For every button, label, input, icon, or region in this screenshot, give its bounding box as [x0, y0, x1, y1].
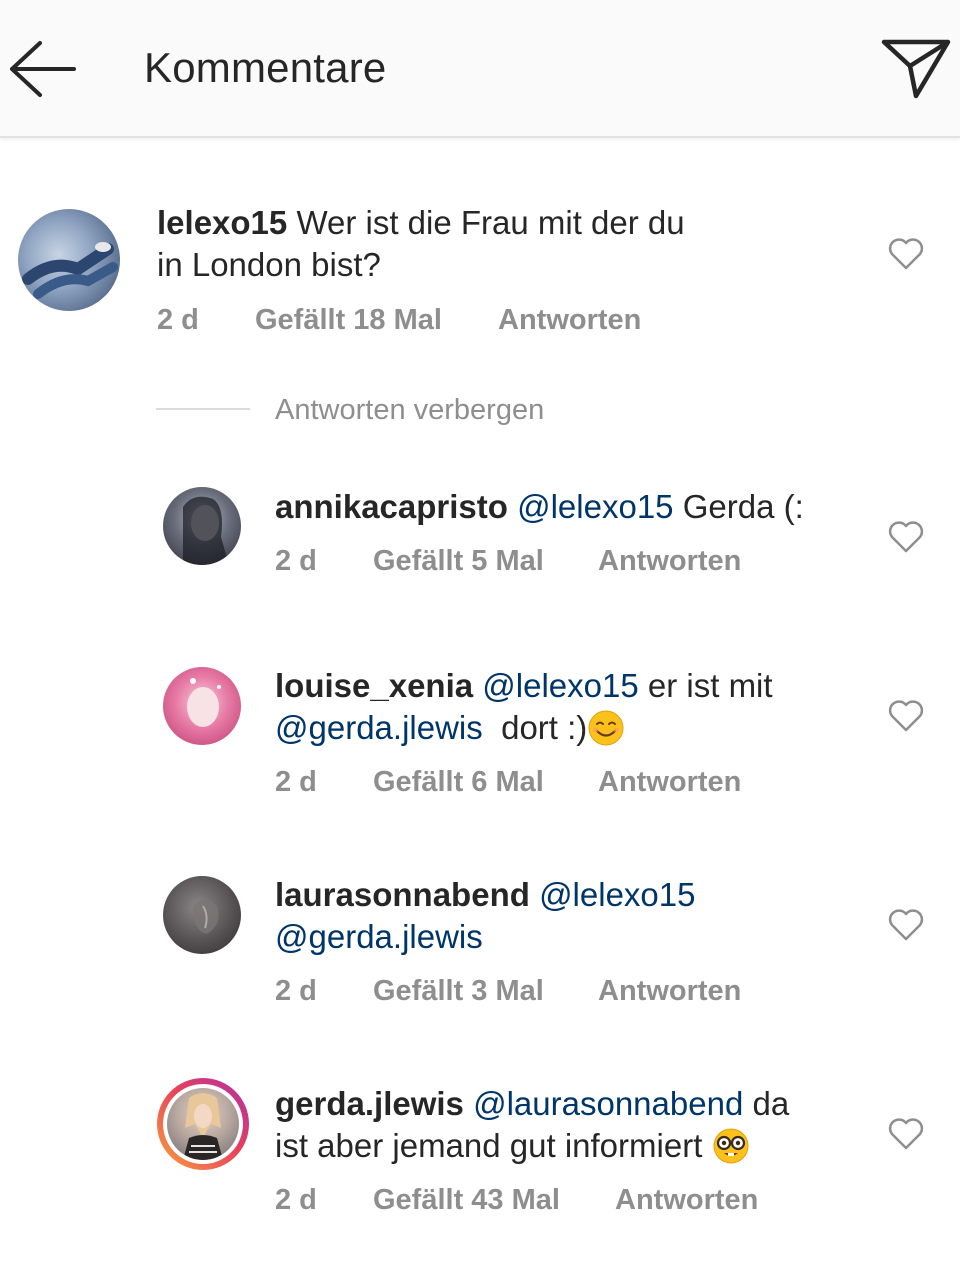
comment-age: 2 d [157, 304, 199, 336]
mention-link[interactable]: @gerda.jlewis [275, 709, 483, 746]
reply-username[interactable]: annikacapristo [275, 488, 508, 525]
top-bar: Kommentare [0, 0, 960, 138]
reply-meta: 2 d Gefällt 6 Mal Antworten [275, 766, 741, 799]
heart-icon[interactable] [888, 1118, 924, 1150]
page-title: Kommentare [144, 44, 387, 91]
like-count[interactable]: Gefällt 5 Mal [373, 545, 598, 578]
reply-age: 2 d [275, 766, 317, 798]
like-count[interactable]: Gefällt 43 Mal [373, 1184, 615, 1217]
comment-username[interactable]: lelexo15 [157, 204, 287, 241]
reply-button[interactable]: Antworten [615, 1184, 758, 1217]
reply-age: 2 d [275, 975, 317, 1007]
reply-body: da [752, 1085, 790, 1122]
avatar-gerda.jlewis[interactable] [157, 1078, 249, 1170]
reply-button[interactable]: Antworten [498, 304, 641, 337]
reply-meta: 2 d Gefällt 43 Mal Antworten [275, 1184, 758, 1217]
reply-age: 2 d [275, 1184, 317, 1216]
reply-username[interactable]: gerda.jlewis [275, 1085, 464, 1122]
reply-button[interactable]: Antworten [598, 766, 741, 799]
mention-link[interactable]: @lelexo15 [482, 667, 638, 704]
reply-text: gerda.jlewis @laurasonnabend da ist aber… [275, 1083, 855, 1167]
heart-icon[interactable] [888, 238, 924, 270]
reply-meta: 2 d Gefällt 3 Mal Antworten [275, 975, 741, 1008]
comment-meta: 2 d Gefällt 18 Mal Antworten [157, 304, 641, 337]
reply-body-line2: ist aber jemand gut informiert [275, 1127, 703, 1164]
avatar-image [193, 900, 219, 934]
avatar-image [187, 678, 221, 727]
reply-text: louise_xenia @lelexo15 er ist mit @gerda… [275, 665, 855, 749]
reply-body: Gerda (: [682, 488, 804, 525]
hide-replies-button[interactable]: Antworten verbergen [275, 394, 544, 427]
comment-body: Wer ist die Frau mit der du [296, 204, 685, 241]
like-count[interactable]: Gefällt 6 Mal [373, 766, 598, 799]
avatar-annikacapristo[interactable] [163, 487, 241, 565]
reply-button[interactable]: Antworten [598, 545, 741, 578]
avatar-lelexo15[interactable] [18, 209, 120, 311]
mention-link[interactable]: @gerda.jlewis [275, 918, 483, 955]
reply-username[interactable]: louise_xenia [275, 667, 473, 704]
reply-body-end: dort :) [501, 709, 588, 746]
reply-username[interactable]: laurasonnabend [275, 876, 530, 913]
arrow-left-icon[interactable] [4, 38, 78, 100]
reply-text: laurasonnabend @lelexo15 @gerda.jlewis [275, 874, 855, 958]
paper-plane-icon[interactable] [880, 36, 952, 102]
mention-link[interactable]: @lelexo15 [517, 488, 673, 525]
like-count[interactable]: Gefällt 3 Mal [373, 975, 598, 1008]
mention-link[interactable]: @lelexo15 [539, 876, 695, 913]
heart-icon[interactable] [888, 909, 924, 941]
nerd-face-emoji [713, 1128, 749, 1164]
mention-link[interactable]: @laurasonnabend [473, 1085, 743, 1122]
smiling-face-emoji [588, 710, 624, 746]
comment-body-line2: in London bist? [157, 246, 381, 283]
avatar-louise_xenia[interactable] [163, 667, 241, 745]
reply-body: er ist mit [647, 667, 773, 704]
heart-icon[interactable] [888, 521, 924, 553]
reply-age: 2 d [275, 545, 317, 577]
comment-text: lelexo15 Wer ist die Frau mit der du in … [157, 202, 857, 286]
divider [156, 408, 250, 410]
reply-button[interactable]: Antworten [598, 975, 741, 1008]
reply-meta: 2 d Gefällt 5 Mal Antworten [275, 545, 741, 578]
reply-text: annikacapristo @lelexo15 Gerda (: [275, 486, 855, 528]
avatar-laurasonnabend[interactable] [163, 876, 241, 954]
avatar-image [183, 496, 229, 565]
like-count[interactable]: Gefällt 18 Mal [255, 304, 498, 337]
heart-icon[interactable] [888, 700, 924, 732]
avatar-image [163, 1084, 243, 1164]
avatar-image [22, 242, 118, 299]
